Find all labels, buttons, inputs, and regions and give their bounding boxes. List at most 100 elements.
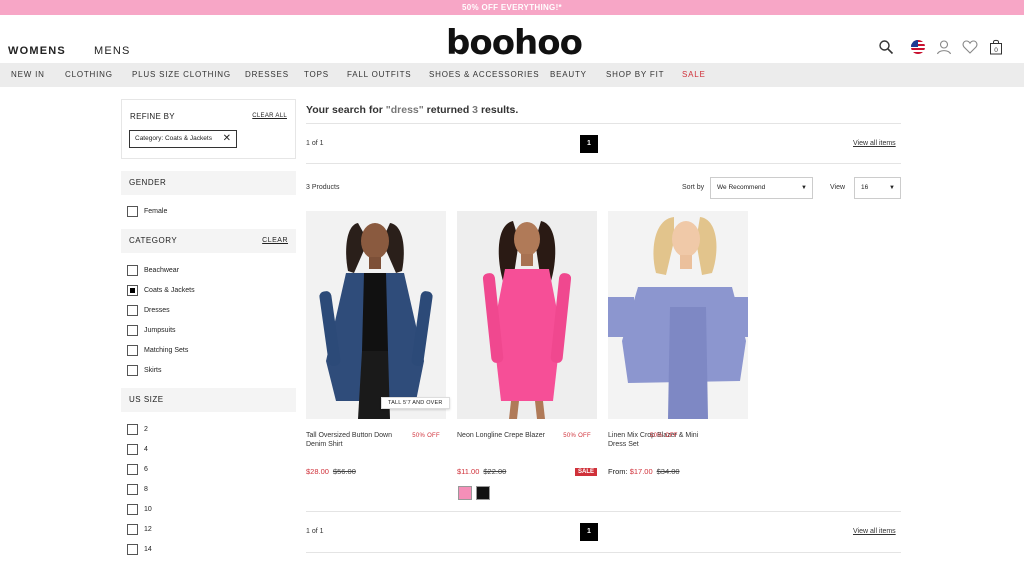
sale-price: $17.00 bbox=[629, 467, 653, 476]
nav-plus-size[interactable]: PLUS SIZE CLOTHING bbox=[132, 70, 231, 79]
divider bbox=[306, 123, 901, 124]
nav-clothing[interactable]: CLOTHING bbox=[65, 70, 113, 79]
nav-shop-by-fit[interactable]: SHOP BY FIT bbox=[606, 70, 664, 79]
option-label: Jumpsuits bbox=[144, 327, 176, 334]
product-name[interactable]: Neon Longline Crepe Blazer bbox=[457, 431, 553, 440]
boohoo-logo[interactable]: boohoo bbox=[446, 23, 583, 63]
option-label: Skirts bbox=[144, 367, 162, 374]
checkbox[interactable] bbox=[127, 484, 138, 495]
category-header[interactable]: CATEGORY CLEAR bbox=[121, 229, 296, 253]
nav-shoes-accessories[interactable]: SHOES & ACCESSORIES bbox=[429, 70, 539, 79]
search-query: "dress" bbox=[385, 104, 424, 116]
checkbox-checked[interactable] bbox=[127, 285, 138, 296]
checkbox[interactable] bbox=[127, 504, 138, 515]
view-label: View bbox=[830, 184, 846, 191]
divider bbox=[306, 511, 901, 512]
promo-banner[interactable]: 50% OFF EVERYTHING!* bbox=[0, 0, 1024, 15]
checkbox[interactable] bbox=[127, 524, 138, 535]
nav-dresses[interactable]: DRESSES bbox=[245, 70, 289, 79]
nav-sale[interactable]: SALE bbox=[682, 70, 706, 79]
product-image[interactable] bbox=[306, 211, 446, 419]
account-icon[interactable] bbox=[936, 39, 952, 55]
bag-icon[interactable]: 0 bbox=[988, 39, 1004, 55]
mens-tab[interactable]: MENS bbox=[94, 45, 131, 57]
page-info-bottom: 1 of 1 bbox=[306, 528, 324, 535]
original-price: $56.00 bbox=[332, 467, 356, 476]
divider bbox=[306, 163, 901, 164]
option-label: 12 bbox=[144, 526, 152, 533]
results-suffix: results. bbox=[480, 104, 519, 116]
sale-badge: SALE bbox=[574, 468, 597, 476]
page-button-bottom[interactable]: 1 bbox=[580, 523, 598, 541]
product-image[interactable] bbox=[608, 211, 748, 419]
divider bbox=[306, 552, 901, 553]
nav-new-in[interactable]: NEW IN bbox=[11, 70, 45, 79]
category-clear-link[interactable]: CLEAR bbox=[262, 229, 288, 253]
option-label: Beachwear bbox=[144, 267, 180, 274]
sale-price: $11.00 bbox=[457, 467, 480, 476]
sale-price: $28.00 bbox=[306, 467, 329, 476]
discount-label: 50% OFF bbox=[412, 433, 440, 439]
option-label: Dresses bbox=[144, 307, 170, 314]
option-label: Coats & Jackets bbox=[144, 287, 195, 294]
sort-value: We Recommend bbox=[717, 184, 766, 191]
checkbox[interactable] bbox=[127, 544, 138, 555]
close-icon[interactable]: ✕ bbox=[223, 131, 231, 147]
us-flag-icon[interactable] bbox=[910, 39, 926, 55]
caret-down-icon: ▼ bbox=[889, 185, 895, 191]
checkbox[interactable] bbox=[127, 265, 138, 276]
heart-icon[interactable] bbox=[962, 39, 978, 55]
discount-label: 50% OFF bbox=[563, 433, 591, 439]
bag-count: 0 bbox=[994, 47, 998, 54]
view-all-link[interactable]: View all items bbox=[853, 140, 896, 147]
option-label: 4 bbox=[144, 446, 148, 453]
option-label: Matching Sets bbox=[144, 347, 189, 354]
clear-all-link[interactable]: CLEAR ALL bbox=[252, 113, 287, 119]
discount-label: 50% OFF bbox=[650, 433, 678, 439]
option-label: 2 bbox=[144, 426, 148, 433]
sort-select[interactable]: We Recommend ▼ bbox=[710, 177, 813, 199]
checkbox[interactable] bbox=[127, 206, 138, 217]
checkbox[interactable] bbox=[127, 464, 138, 475]
category-nav: NEW IN CLOTHING PLUS SIZE CLOTHING DRESS… bbox=[0, 63, 1024, 87]
size-header[interactable]: US SIZE bbox=[121, 388, 296, 412]
size-title: US SIZE bbox=[129, 395, 164, 404]
page-info: 1 of 1 bbox=[306, 140, 324, 147]
option-label: 8 bbox=[144, 486, 148, 493]
checkbox[interactable] bbox=[127, 345, 138, 356]
option-label: 6 bbox=[144, 466, 148, 473]
checkbox[interactable] bbox=[127, 444, 138, 455]
checkbox[interactable] bbox=[127, 325, 138, 336]
nav-tops[interactable]: TOPS bbox=[304, 70, 329, 79]
original-price: $34.00 bbox=[656, 467, 680, 476]
nav-beauty[interactable]: BEAUTY bbox=[550, 70, 587, 79]
womens-tab[interactable]: WOMENS bbox=[8, 45, 66, 57]
chip-label: Category: Coats & Jackets bbox=[135, 135, 212, 142]
fit-tag: TALL 5'7 AND OVER bbox=[381, 397, 450, 409]
active-filter-chip[interactable]: Category: Coats & Jackets ✕ bbox=[129, 130, 237, 148]
site-header: WOMENS MENS boohoo 0 bbox=[0, 15, 1024, 63]
product-price: $11.00 $22.00 bbox=[457, 467, 506, 476]
swatch-pink[interactable] bbox=[458, 486, 472, 500]
products-count: 3 Products bbox=[306, 184, 340, 191]
sort-label: Sort by bbox=[682, 184, 705, 191]
checkbox[interactable] bbox=[127, 365, 138, 376]
product-price: $28.00 $56.00 bbox=[306, 467, 356, 476]
option-label: 10 bbox=[144, 506, 152, 513]
checkbox[interactable] bbox=[127, 305, 138, 316]
search-icon[interactable] bbox=[878, 39, 894, 55]
product-name[interactable]: Tall Oversized Button Down Denim Shirt bbox=[306, 431, 402, 449]
option-label: Female bbox=[144, 208, 168, 215]
checkbox[interactable] bbox=[127, 424, 138, 435]
product-image[interactable] bbox=[457, 211, 597, 419]
refine-title: REFINE BY bbox=[130, 112, 175, 121]
view-all-link-bottom[interactable]: View all items bbox=[853, 528, 896, 535]
gender-header[interactable]: GENDER bbox=[121, 171, 296, 195]
option-label: 14 bbox=[144, 546, 152, 553]
nav-fall-outfits[interactable]: FALL OUTFITS bbox=[347, 70, 411, 79]
swatch-black[interactable] bbox=[476, 486, 490, 500]
page-button[interactable]: 1 bbox=[580, 135, 598, 153]
results-mid: returned bbox=[426, 104, 470, 116]
view-select[interactable]: 16 ▼ bbox=[854, 177, 901, 199]
from-label: From: bbox=[608, 467, 628, 476]
